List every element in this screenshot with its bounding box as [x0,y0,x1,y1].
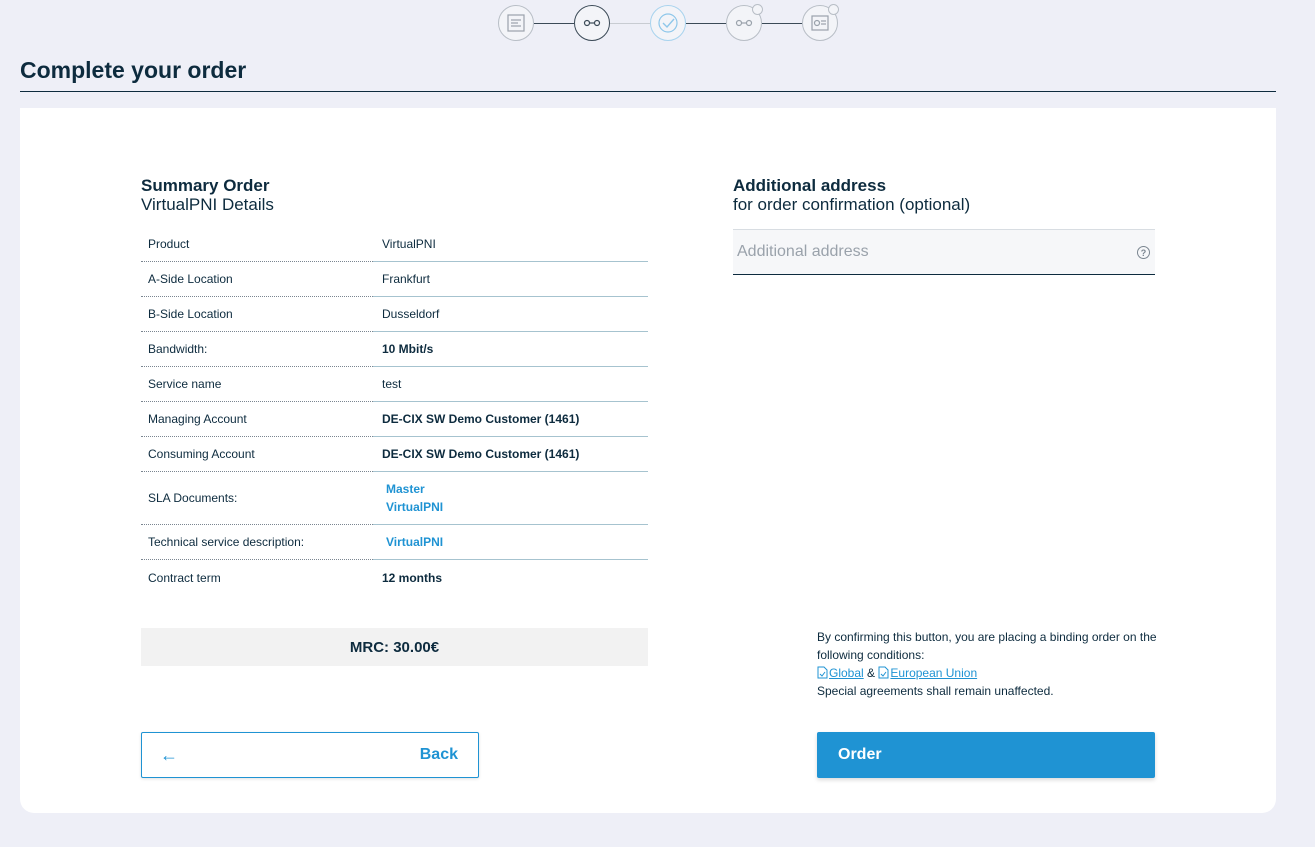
address-title: Additional address [733,176,887,195]
tech-description-link[interactable]: VirtualPNI [382,533,648,551]
table-row: SLA Documents: Master VirtualPNI [141,472,648,525]
table-row: Contract term 12 months [141,560,648,595]
sla-master-link[interactable]: Master [382,480,648,498]
row-value: Frankfurt [373,262,648,297]
settings-document-icon [811,15,829,31]
terms-separator: & [867,666,876,680]
table-row: Product VirtualPNI [141,227,648,262]
row-label: Bandwidth: [141,332,373,367]
row-value: Dusseldorf [373,297,648,332]
summary-section: Summary Order VirtualPNI Details Product… [141,176,648,595]
table-row: A-Side Location Frankfurt [141,262,648,297]
row-value: VirtualPNI [373,227,648,262]
summary-title: Summary Order [141,176,270,195]
eu-terms-link[interactable]: European Union [890,666,977,680]
table-row: Managing Account DE-CIX SW Demo Customer… [141,402,648,437]
server-list-icon [507,14,525,32]
step-connection[interactable] [574,5,610,41]
row-value: 12 months [382,570,443,585]
back-button-label: Back [419,746,458,763]
check-circle-icon [658,13,678,33]
document-icon [817,666,828,679]
additional-address-input[interactable] [737,243,1127,261]
table-row: Technical service description: VirtualPN… [141,525,648,560]
terms-note: Special agreements shall remain unaffect… [817,684,1054,698]
table-row: Consuming Account DE-CIX SW Demo Custome… [141,437,648,472]
row-value: DE-CIX SW Demo Customer (1461) [373,402,648,437]
row-value: 10 Mbit/s [373,332,648,367]
summary-subtitle: VirtualPNI Details [141,195,274,214]
additional-address-section: Additional address for order confirmatio… [733,176,1155,275]
address-subtitle: for order confirmation (optional) [733,195,971,214]
step-product[interactable] [498,5,534,41]
row-label: Contract term [148,570,221,585]
details-table: Product VirtualPNI A-Side Location Frank… [141,227,648,595]
order-terms: By confirming this button, you are placi… [817,628,1157,700]
row-value: VirtualPNI [373,525,648,560]
step-review[interactable] [650,5,686,41]
global-terms-link[interactable]: Global [829,666,864,680]
connection-link-icon [735,19,753,27]
row-label: B-Side Location [141,297,373,332]
document-icon [878,666,889,679]
table-row: B-Side Location Dusseldorf [141,297,648,332]
arrow-left-icon: ← [160,744,178,765]
sla-virtualpni-link[interactable]: VirtualPNI [382,498,648,516]
row-label: Managing Account [141,402,373,437]
table-row: Service name test [141,367,648,402]
check-badge-icon [752,4,763,15]
row-label: Technical service description: [141,525,373,560]
back-button[interactable]: ← Back [141,732,479,778]
table-row: Bandwidth: 10 Mbit/s [141,332,648,367]
row-value: DE-CIX SW Demo Customer (1461) [373,437,648,472]
terms-text: By confirming this button, you are placi… [817,630,1157,662]
help-icon[interactable]: ? [1137,246,1150,259]
check-badge-icon [828,4,839,15]
mrc-total: MRC: 30.00€ [141,628,648,666]
step-complete[interactable] [802,4,839,41]
order-card: Summary Order VirtualPNI Details Product… [20,108,1276,813]
row-label: A-Side Location [141,262,373,297]
step-configure[interactable] [726,4,763,41]
row-label: Product [141,227,373,262]
progress-stepper [498,4,839,41]
row-label: Consuming Account [141,437,373,472]
row-label: SLA Documents: [141,472,373,525]
connection-link-icon [583,19,601,27]
page-title: Complete your order [20,57,247,83]
title-divider [20,91,1276,92]
row-label: Service name [141,367,373,402]
terms-links: Global & European Union [817,664,1157,682]
row-value: test [373,367,648,402]
row-value: Master VirtualPNI [373,472,648,525]
order-button[interactable]: Order [817,732,1155,778]
address-field-wrapper: ? [733,229,1155,275]
